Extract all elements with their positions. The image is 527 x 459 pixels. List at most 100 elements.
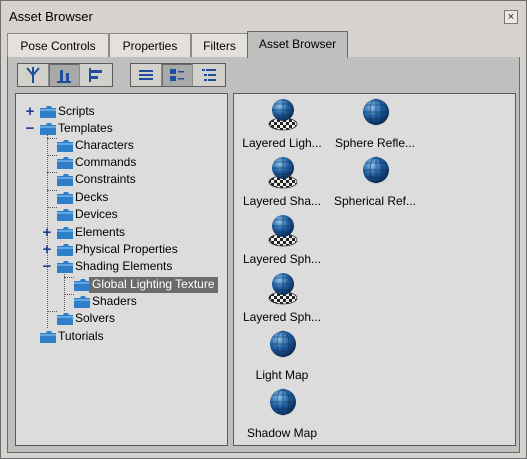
tree-item-label: Templates bbox=[58, 121, 113, 135]
sphere-icon bbox=[361, 98, 391, 132]
tree-item-label: Decks bbox=[75, 190, 109, 204]
close-button[interactable]: × bbox=[504, 10, 518, 24]
sphere-icon bbox=[268, 388, 298, 422]
tree-item-scripts[interactable]: + Scripts bbox=[26, 103, 226, 120]
asset-item[interactable]: Sphere Refle... bbox=[330, 98, 420, 154]
tree-item-label: Shading Elements bbox=[75, 259, 173, 273]
tree-item-templates[interactable]: − Templates bbox=[26, 120, 226, 137]
window-title: Asset Browser bbox=[9, 9, 93, 24]
folder-icon bbox=[74, 279, 90, 291]
folder-icon bbox=[57, 261, 73, 273]
tree-item-devices[interactable]: Devices bbox=[57, 206, 226, 223]
tree-item-elements[interactable]: + Elements bbox=[43, 224, 226, 241]
folder-icon bbox=[74, 296, 90, 308]
layered-sphere-icon bbox=[268, 214, 298, 248]
folder-icon bbox=[57, 192, 73, 204]
layered-sphere-icon bbox=[268, 98, 298, 132]
asset-grid[interactable]: Layered Ligh... Sphere Refle... Layered Sh… bbox=[233, 93, 516, 446]
tree-item-label: Solvers bbox=[75, 311, 116, 325]
tree-item-tutorials[interactable]: Tutorials bbox=[40, 328, 226, 345]
asset-item[interactable]: Layered Sha... bbox=[237, 156, 327, 212]
tree-view-button[interactable] bbox=[18, 64, 49, 86]
tree-item-shaders[interactable]: Shaders bbox=[74, 293, 226, 310]
folder-icon bbox=[57, 174, 73, 186]
asset-label: Layered Ligh... bbox=[242, 136, 322, 150]
list-view-icon bbox=[139, 70, 153, 80]
tree-connector-line bbox=[64, 294, 74, 295]
left-align-icon bbox=[88, 68, 102, 82]
folder-icon bbox=[57, 209, 73, 221]
tree-item-label: Characters bbox=[75, 138, 134, 152]
asset-label: Light Map bbox=[255, 368, 309, 382]
asset-item[interactable]: Spherical Ref... bbox=[330, 156, 420, 212]
detail-view-button[interactable] bbox=[193, 64, 224, 86]
asset-item[interactable]: Shadow Map bbox=[237, 388, 327, 444]
tree-connector-line bbox=[47, 207, 57, 208]
asset-item[interactable]: Layered Sph... bbox=[237, 214, 327, 270]
expand-icon[interactable]: + bbox=[41, 242, 53, 257]
tree-view-icon bbox=[26, 67, 40, 83]
sphere-icon bbox=[361, 156, 391, 190]
tree-item-shading-elements[interactable]: − Shading Elements bbox=[43, 258, 226, 275]
asset-item[interactable]: Layered Sph... bbox=[237, 272, 327, 328]
display-toolbar-group bbox=[130, 63, 226, 87]
tab-filters[interactable]: Filters bbox=[191, 33, 248, 57]
asset-label: Shadow Map bbox=[246, 426, 318, 440]
sphere-icon bbox=[268, 330, 298, 364]
tab-properties[interactable]: Properties bbox=[109, 33, 191, 57]
bottom-align-button[interactable] bbox=[49, 64, 80, 86]
tree-item-commands[interactable]: Commands bbox=[57, 154, 226, 171]
folder-icon bbox=[57, 227, 73, 239]
tree-item-label: Constraints bbox=[75, 172, 136, 186]
expand-icon[interactable]: + bbox=[24, 104, 36, 119]
tree-connector-line bbox=[47, 155, 57, 156]
folder-tree[interactable]: + Scripts − Templates Characters Commands Cons… bbox=[15, 93, 228, 446]
folder-icon bbox=[57, 140, 73, 152]
collapse-icon[interactable]: − bbox=[24, 121, 36, 136]
tree-item-characters[interactable]: Characters bbox=[57, 137, 226, 154]
tab-bar: Pose Controls Properties Filters Asset B… bbox=[7, 31, 522, 58]
asset-label: Sphere Refle... bbox=[334, 136, 416, 150]
asset-label: Layered Sph... bbox=[242, 310, 322, 324]
icon-view-button[interactable] bbox=[162, 64, 193, 86]
asset-label: Layered Sph... bbox=[242, 252, 322, 266]
layered-sphere-icon bbox=[268, 272, 298, 306]
icon-view-icon bbox=[170, 69, 184, 81]
tree-connector-line bbox=[64, 277, 74, 278]
tree-item-solvers[interactable]: Solvers bbox=[57, 310, 226, 327]
folder-icon bbox=[57, 157, 73, 169]
folder-icon bbox=[40, 106, 56, 118]
tab-asset-browser[interactable]: Asset Browser bbox=[247, 31, 348, 58]
expand-icon[interactable]: + bbox=[41, 225, 53, 240]
bottom-align-icon bbox=[57, 70, 71, 83]
tree-item-global-lighting-texture[interactable]: Global Lighting Texture bbox=[74, 276, 226, 293]
tab-pose-controls[interactable]: Pose Controls bbox=[7, 33, 109, 57]
tree-item-label: Scripts bbox=[58, 104, 95, 118]
view-toolbar-group bbox=[17, 63, 113, 87]
tree-connector-line bbox=[47, 311, 57, 312]
tree-item-label: Global Lighting Texture bbox=[89, 277, 218, 293]
tree-item-label: Tutorials bbox=[58, 329, 104, 343]
tree-item-physical-properties[interactable]: + Physical Properties bbox=[43, 241, 226, 258]
tree-item-label: Elements bbox=[75, 225, 126, 239]
folder-icon bbox=[40, 331, 56, 343]
tree-item-label: Physical Properties bbox=[75, 242, 178, 256]
tree-item-label: Commands bbox=[75, 155, 137, 169]
folder-icon bbox=[57, 313, 73, 325]
left-align-button[interactable] bbox=[80, 64, 111, 86]
asset-label: Spherical Ref... bbox=[333, 194, 417, 208]
list-view-button[interactable] bbox=[131, 64, 162, 86]
asset-item[interactable]: Light Map bbox=[237, 330, 327, 386]
folder-icon bbox=[40, 123, 56, 135]
tree-connector-line bbox=[47, 172, 57, 173]
tree-item-decks[interactable]: Decks bbox=[57, 189, 226, 206]
tree-item-label: Shaders bbox=[92, 294, 137, 308]
tree-item-constraints[interactable]: Constraints bbox=[57, 171, 226, 188]
title-bar: Asset Browser × bbox=[1, 1, 526, 29]
tree-connector-line bbox=[47, 190, 57, 191]
collapse-icon[interactable]: − bbox=[41, 259, 53, 274]
tree-connector-line bbox=[47, 138, 57, 139]
asset-item[interactable]: Layered Ligh... bbox=[237, 98, 327, 154]
layered-sphere-icon bbox=[268, 156, 298, 190]
tree-item-label: Devices bbox=[75, 207, 118, 221]
